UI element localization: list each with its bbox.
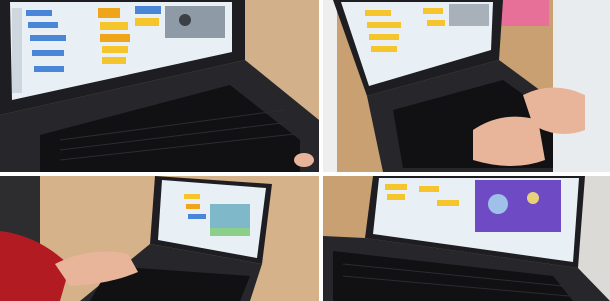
child-shirt: [553, 0, 610, 172]
code-block: [423, 8, 443, 14]
code-block: [135, 6, 161, 14]
code-block: [100, 34, 130, 42]
stage-preview: [449, 4, 489, 26]
block-category-sidebar: [12, 8, 22, 93]
code-block: [34, 66, 64, 72]
code-block: [135, 18, 159, 26]
sprite: [488, 194, 508, 214]
code-block: [387, 194, 405, 200]
code-block: [365, 10, 391, 16]
stage-preview: [165, 6, 225, 38]
code-block: [419, 186, 439, 192]
photo-panel-top-left: [0, 0, 319, 172]
code-block: [28, 22, 58, 28]
code-block: [184, 194, 200, 199]
sprite: [179, 14, 191, 26]
code-block: [98, 8, 120, 18]
laptop-photo: [0, 0, 319, 172]
code-block: [427, 20, 445, 26]
photo-panel-top-right: [323, 0, 610, 172]
code-block: [437, 200, 459, 206]
code-block: [371, 46, 397, 52]
code-block: [385, 184, 407, 190]
photo-panel-bottom-left: [0, 176, 319, 301]
photo-collage: [0, 0, 610, 301]
code-block: [102, 46, 128, 53]
code-block: [186, 204, 200, 209]
code-block: [369, 34, 399, 40]
photo-panel-bottom-right: [323, 176, 610, 301]
stage-preview: [210, 204, 250, 230]
laptop-photo: [323, 0, 610, 172]
hand: [473, 116, 545, 166]
stage-ground: [210, 228, 250, 236]
code-block: [26, 10, 52, 16]
code-block: [102, 57, 126, 64]
hand: [294, 153, 314, 167]
pencil-case: [501, 0, 549, 26]
sprite: [527, 192, 539, 204]
code-block: [30, 35, 66, 41]
code-block: [100, 22, 128, 30]
laptop-photo: [0, 176, 319, 301]
code-block: [32, 50, 64, 56]
code-block: [188, 214, 206, 219]
table-edge: [323, 0, 337, 172]
stage-preview: [475, 180, 561, 232]
laptop-photo: [323, 176, 610, 301]
code-block: [367, 22, 401, 28]
